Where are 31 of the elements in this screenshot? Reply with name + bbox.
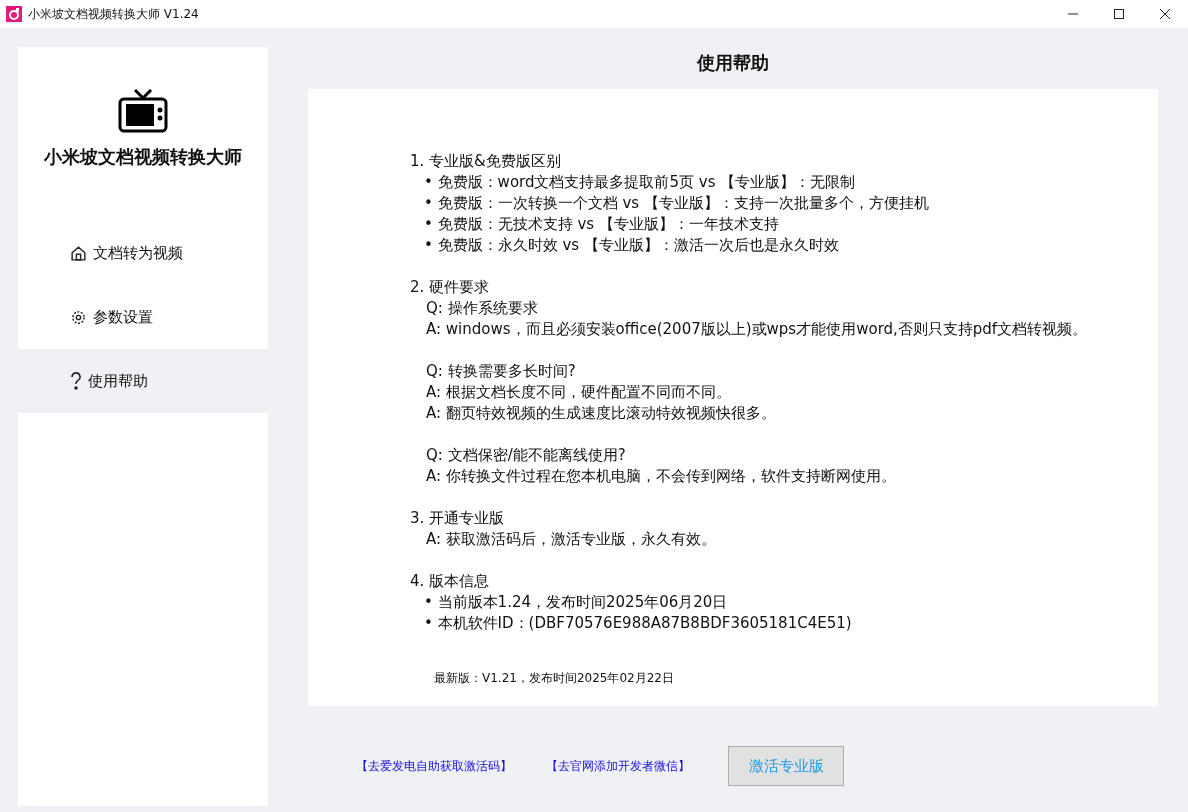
- link[interactable]: 【去爱发电自助获取激活码】: [356, 757, 512, 775]
- latest-version: 最新版：V1.21，发布时间2025年02月22日: [434, 670, 675, 687]
- maximize-icon: [1114, 9, 1124, 19]
- help-text: A: windows，而且必须安装office(2007版以上)或wps才能使用word,否则只支持pdf文档转视频。: [425, 319, 1089, 340]
- section-heading: 2. 硬件要求: [410, 277, 491, 298]
- section-heading: 3. 开通专业版: [410, 508, 506, 529]
- help-text: A: 获取激活码后，激活专业版，永久有效。: [425, 529, 717, 550]
- bullet-item: • 免费版：永久时效 vs 【专业版】：激活一次后也是永久时效: [423, 235, 840, 256]
- section-heading: 4. 版本信息: [410, 571, 491, 592]
- app-logo-icon: [6, 6, 22, 22]
- help-text: Q: 文档保密/能不能离线使用?: [425, 445, 627, 466]
- bullet-item: • 当前版本1.24，发布时间2025年06月20日: [423, 592, 729, 613]
- link[interactable]: 【去官网添加开发者微信】: [546, 757, 690, 775]
- close-icon: [1160, 9, 1170, 19]
- help-text: A: 你转换文件过程在您本机电脑，不会传到网络，软件支持断网使用。: [425, 466, 897, 487]
- bullet-item: • 免费版：一次转换一个文档 vs 【专业版】：支持一次批量多个，方便挂机: [423, 193, 930, 214]
- bullet-item: • 免费版：word文档支持最多提取前5页 vs 【专业版】：无限制: [423, 172, 857, 193]
- gear-icon: [70, 308, 87, 326]
- page-title: 使用帮助: [697, 51, 769, 75]
- help-text: A: 翻页特效视频的生成速度比滚动特效视频快很多。: [425, 403, 777, 424]
- section-heading: 1. 专业版&免费版区别: [410, 151, 562, 172]
- bullet-item: • 免费版：无技术支持 vs 【专业版】：一年技术支持: [423, 214, 780, 235]
- window-title: 小米坡文档视频转换大师 V1.24: [28, 5, 200, 23]
- tv-icon: [118, 87, 168, 133]
- app-name: 小米坡文档视频转换大师: [44, 145, 242, 169]
- home-icon: [70, 244, 87, 262]
- help-text: A: 根据文档长度不同，硬件配置不同而不同。: [425, 382, 732, 403]
- help-text: Q: 操作系统要求: [425, 298, 539, 319]
- question-icon: [70, 372, 82, 390]
- bullet-item: • 本机软件ID：(DBF70576E988A87B8BDF3605181C4E51): [423, 613, 853, 634]
- help-text: Q: 转换需要多长时间?: [425, 361, 577, 382]
